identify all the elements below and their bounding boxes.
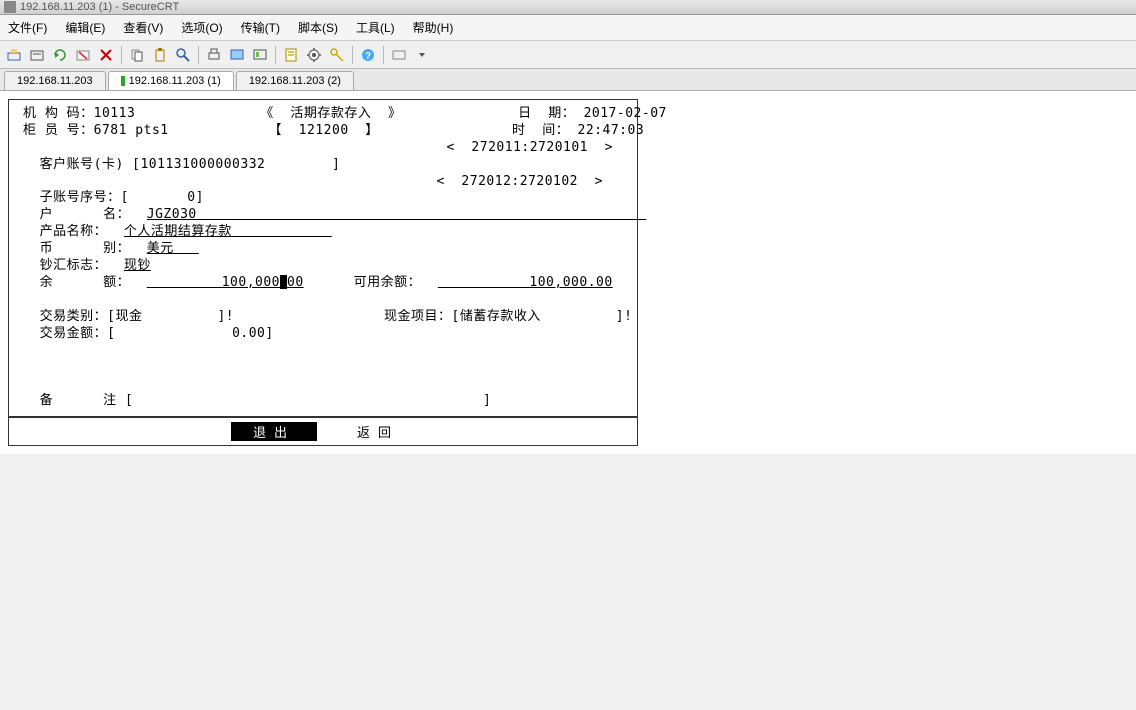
properties-icon[interactable] bbox=[281, 45, 301, 65]
disconnect-icon[interactable] bbox=[73, 45, 93, 65]
acct-name-label: 户 名： bbox=[40, 207, 130, 222]
svg-text:?: ? bbox=[365, 51, 371, 62]
screen-code: 【 121200 】 bbox=[269, 123, 379, 138]
key-icon[interactable] bbox=[327, 45, 347, 65]
txn-amt-value[interactable]: [ 0.00] bbox=[107, 326, 274, 341]
tab-session-2[interactable]: 192.168.11.203 (2) bbox=[236, 71, 354, 90]
print-icon[interactable] bbox=[204, 45, 224, 65]
menu-script[interactable]: 脚本(S) bbox=[298, 19, 338, 36]
exit-button[interactable]: 退出 bbox=[231, 422, 317, 441]
menu-edit[interactable]: 编辑(E) bbox=[65, 19, 105, 36]
find-icon[interactable] bbox=[173, 45, 193, 65]
close-icon[interactable] bbox=[96, 45, 116, 65]
org-code-label: 机 构 码： bbox=[23, 106, 94, 121]
screen-icon[interactable] bbox=[227, 45, 247, 65]
avail-label: 可用余额： bbox=[354, 275, 422, 290]
active-indicator-icon bbox=[121, 76, 125, 86]
tab-session-1[interactable]: 192.168.11.203 (1) bbox=[108, 71, 234, 90]
cash-item-value[interactable]: [储蓄存款收入 ]! bbox=[452, 309, 633, 324]
currency-value: 美元 bbox=[147, 241, 174, 256]
menu-transfer[interactable]: 传输(T) bbox=[241, 19, 280, 36]
cust-acct-value[interactable]: [101131000000332 ] bbox=[132, 157, 340, 172]
separator bbox=[121, 46, 122, 64]
menu-bar: 文件(F) 编辑(E) 查看(V) 选项(O) 传输(T) 脚本(S) 工具(L… bbox=[0, 15, 1136, 41]
tab-label: 192.168.11.203 bbox=[17, 75, 93, 87]
quick-connect-icon[interactable] bbox=[27, 45, 47, 65]
window-title-bar: 192.168.11.203 (1) - SecureCRT bbox=[0, 0, 1136, 15]
teller-label: 柜 员 号： bbox=[23, 123, 94, 138]
menu-view[interactable]: 查看(V) bbox=[123, 19, 163, 36]
tab-label: 192.168.11.203 (1) bbox=[129, 75, 221, 87]
txn-type-value[interactable]: [现金 ]! bbox=[107, 309, 234, 324]
settings-icon[interactable] bbox=[304, 45, 324, 65]
time-value: 22:47:03 bbox=[578, 123, 645, 138]
separator bbox=[275, 46, 276, 64]
nav-code-2: < 272012:2720102 > bbox=[436, 174, 603, 189]
txn-amt-label: 交易金额： bbox=[40, 326, 108, 341]
terminal-area[interactable]: 机 构 码：10113 《 活期存款存入 》 日 期： 2017-02-07 柜… bbox=[0, 91, 1136, 454]
toolbar: ? bbox=[0, 41, 1136, 69]
tab-bar: 192.168.11.203 192.168.11.203 (1) 192.16… bbox=[0, 69, 1136, 91]
cash-flag-label: 钞汇标志： bbox=[40, 258, 108, 273]
cash-item-label: 现金项目： bbox=[384, 309, 452, 324]
footer-box: 退出 返回 bbox=[8, 417, 638, 446]
product-label: 产品名称： bbox=[40, 224, 108, 239]
cash-flag-value: 现钞 bbox=[124, 258, 151, 273]
teller-value: 6781 pts1 bbox=[94, 123, 169, 138]
date-label: 日 期： bbox=[518, 106, 575, 121]
app-icon bbox=[4, 1, 16, 13]
screen-title: 《 活期存款存入 》 bbox=[260, 106, 401, 121]
balance-label: 余 额： bbox=[40, 275, 130, 290]
menu-file[interactable]: 文件(F) bbox=[8, 19, 47, 36]
separator bbox=[198, 46, 199, 64]
time-label: 时 间： bbox=[512, 123, 569, 138]
copy-icon[interactable] bbox=[127, 45, 147, 65]
help-icon[interactable]: ? bbox=[358, 45, 378, 65]
menu-options[interactable]: 选项(O) bbox=[181, 19, 222, 36]
cursor-icon bbox=[280, 275, 287, 289]
menu-tools[interactable]: 工具(L) bbox=[356, 19, 395, 36]
avail-value: 100,000.00 bbox=[529, 275, 612, 290]
remark-label: 备 注 bbox=[40, 393, 117, 408]
dropdown-icon[interactable] bbox=[412, 45, 432, 65]
txn-type-label: 交易类别： bbox=[40, 309, 108, 324]
org-code-value: 10113 bbox=[94, 106, 136, 121]
toggle-icon[interactable] bbox=[389, 45, 409, 65]
separator bbox=[352, 46, 353, 64]
cust-acct-label: 客户账号(卡) bbox=[40, 157, 132, 172]
acct-name-value: JGZ030 bbox=[147, 207, 197, 222]
form-box: 机 构 码：10113 《 活期存款存入 》 日 期： 2017-02-07 柜… bbox=[8, 99, 638, 417]
tab-session-0[interactable]: 192.168.11.203 bbox=[4, 71, 106, 90]
back-button[interactable]: 返回 bbox=[341, 422, 415, 441]
separator bbox=[383, 46, 384, 64]
date-value: 2017-02-07 bbox=[584, 106, 667, 121]
menu-help[interactable]: 帮助(H) bbox=[413, 19, 454, 36]
currency-label: 币 别： bbox=[40, 241, 130, 256]
nav-code-1: < 272011:2720101 > bbox=[446, 140, 613, 155]
sub-acct-value[interactable]: [ 0] bbox=[121, 190, 204, 205]
tab-label: 192.168.11.203 (2) bbox=[249, 75, 341, 87]
connect-icon[interactable] bbox=[4, 45, 24, 65]
reconnect-icon[interactable] bbox=[50, 45, 70, 65]
product-value: 个人活期结算存款 bbox=[124, 224, 232, 239]
paste-icon[interactable] bbox=[150, 45, 170, 65]
session-icon[interactable] bbox=[250, 45, 270, 65]
remark-value[interactable]: [ ] bbox=[125, 393, 491, 408]
window-title: 192.168.11.203 (1) - SecureCRT bbox=[20, 1, 179, 13]
sub-acct-label: 子账号序号： bbox=[40, 190, 121, 205]
